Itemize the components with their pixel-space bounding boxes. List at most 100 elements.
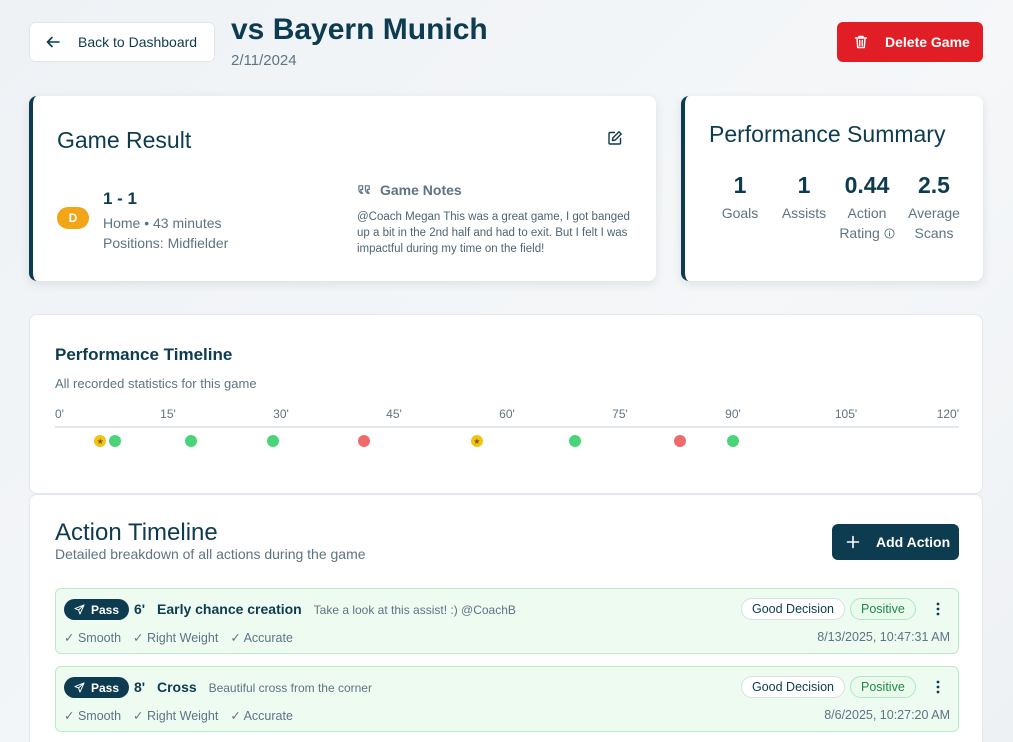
game-notes-title: Game Notes — [380, 182, 462, 198]
stat-label-line2: Scans — [914, 225, 954, 241]
add-action-label: Add Action — [876, 534, 951, 550]
action-type-pill: Pass — [64, 599, 130, 620]
stat-label: Action Rating — [837, 203, 897, 243]
quality-tag: ✓ Accurate — [230, 709, 293, 723]
stat-action-rating: 0.44 Action Rating — [837, 172, 897, 243]
stat-label: Goals — [721, 205, 759, 221]
send-icon — [74, 604, 85, 615]
action-minute: 8' — [134, 679, 146, 695]
timeline-tick: 60' — [499, 407, 515, 421]
action-qualities: ✓ Smooth ✓ Right Weight ✓ Accurate — [64, 630, 293, 645]
game-meta: Home • 43 minutes — [103, 215, 222, 231]
timeline-event-positive[interactable] — [267, 435, 280, 447]
action-row[interactable]: Pass 8' Cross Beautiful cross from the c… — [55, 666, 959, 732]
quality-tag: ✓ Smooth — [64, 631, 122, 645]
action-note: Beautiful cross from the corner — [208, 681, 372, 695]
game-result-card: Game Result D 1 - 1 Home • 43 minutes Po… — [29, 96, 656, 281]
back-label: Back to Dashboard — [78, 34, 198, 50]
timeline-tick: 75' — [612, 407, 628, 421]
timeline-event-negative[interactable] — [357, 435, 370, 447]
timeline-tick: 30' — [273, 407, 289, 421]
decision-badge: Good Decision — [741, 676, 845, 698]
score: 1 - 1 — [103, 189, 138, 208]
stat-label: Average Scans — [905, 203, 963, 243]
action-title-line: Cross Beautiful cross from the corner — [157, 679, 372, 695]
timeline-event-positive[interactable] — [568, 435, 581, 447]
timeline-tick: 105' — [834, 407, 858, 421]
action-timestamp: 8/13/2025, 10:47:31 AM — [817, 630, 950, 644]
timeline-event-positive[interactable] — [727, 435, 739, 447]
stat-label: Assists — [781, 205, 827, 221]
decision-badge: Good Decision — [741, 598, 845, 620]
trash-icon — [854, 35, 868, 49]
stat-label-line1: Average — [908, 205, 960, 221]
stat-value: 1 — [797, 172, 811, 198]
action-timeline-card: Action Timeline Detailed breakdown of al… — [29, 494, 983, 742]
quality-tag: ✓ Right Weight — [133, 709, 219, 723]
timeline-star-event[interactable]: ★ — [470, 435, 483, 447]
timeline-star-event[interactable]: ★ — [94, 435, 107, 447]
stat-value: 2.5 — [918, 172, 950, 198]
stat-value: 1 — [733, 172, 747, 198]
star-icon: ★ — [96, 436, 104, 446]
stat-goals: 1 Goals — [719, 172, 761, 223]
action-timeline-subtitle: Detailed breakdown of all actions during… — [55, 546, 366, 562]
positions: Positions: Midfielder — [103, 235, 229, 251]
stat-label-line2: Rating — [839, 225, 880, 241]
performance-summary-title: Performance Summary — [709, 121, 946, 147]
delete-game-button[interactable]: Delete Game — [837, 22, 983, 62]
stat-average-scans: 2.5 Average Scans — [905, 172, 963, 243]
action-qualities: ✓ Smooth ✓ Right Weight ✓ Accurate — [64, 708, 293, 723]
plus-icon — [846, 535, 860, 549]
performance-timeline-card: Performance Timeline All recorded statis… — [29, 314, 983, 494]
quality-tag: ✓ Right Weight — [133, 631, 219, 645]
game-date: 2/11/2024 — [231, 52, 297, 69]
timeline-tick: 120' — [936, 407, 959, 421]
game-notes-heading: Game Notes — [357, 182, 462, 198]
info-icon[interactable] — [884, 228, 895, 239]
edit-icon[interactable] — [607, 130, 623, 146]
stat-value: 0.44 — [844, 172, 890, 198]
action-title-line: Early chance creation Take a look at thi… — [157, 601, 516, 617]
quote-icon — [358, 184, 370, 194]
timeline-tick: 0' — [55, 407, 64, 421]
quality-tag: ✓ Accurate — [230, 631, 293, 645]
add-action-button[interactable]: Add Action — [832, 524, 959, 560]
game-notes-text: @Coach Megan This was a great game, I go… — [357, 211, 630, 255]
send-icon — [74, 682, 85, 693]
timeline-event-positive[interactable] — [184, 435, 197, 447]
action-title: Cross — [157, 679, 197, 695]
more-vertical-icon[interactable] — [934, 601, 942, 617]
arrow-left-icon — [46, 36, 60, 48]
stat-assists: 1 Assists — [779, 172, 829, 223]
outcome-badge: Positive — [850, 676, 916, 698]
performance-timeline-subtitle: All recorded statistics for this game — [55, 376, 257, 391]
timeline-event-positive[interactable] — [109, 435, 122, 447]
action-type-label: Pass — [91, 680, 120, 695]
stat-label-line1: Action — [847, 205, 887, 221]
result-badge: D — [57, 207, 89, 229]
action-title: Early chance creation — [157, 601, 302, 617]
delete-label: Delete Game — [885, 34, 970, 50]
action-row[interactable]: Pass 6' Early chance creation Take a loo… — [55, 588, 959, 654]
action-type-pill: Pass — [64, 677, 130, 698]
action-timestamp: 8/6/2025, 10:27:20 AM — [824, 708, 950, 722]
page-title: vs Bayern Munich — [231, 13, 488, 46]
action-minute: 6' — [134, 601, 146, 617]
star-icon: ★ — [473, 436, 481, 446]
action-timeline-title: Action Timeline — [55, 519, 218, 546]
timeline-axis — [55, 426, 959, 428]
quality-tag: ✓ Smooth — [64, 709, 122, 723]
game-result-title: Game Result — [57, 127, 192, 153]
action-note: Take a look at this assist! :) @CoachB — [313, 603, 516, 617]
performance-summary-card: Performance Summary 1 Goals 1 Assists 0.… — [681, 96, 983, 281]
more-vertical-icon[interactable] — [934, 679, 942, 695]
outcome-badge: Positive — [850, 598, 916, 620]
back-to-dashboard-button[interactable]: Back to Dashboard — [29, 22, 215, 62]
timeline-event-negative[interactable] — [674, 435, 687, 447]
timeline-tick: 45' — [386, 407, 402, 421]
action-type-label: Pass — [91, 602, 120, 617]
timeline-tick: 15' — [160, 407, 176, 421]
timeline-tick: 90' — [725, 407, 741, 421]
performance-timeline-title: Performance Timeline — [55, 345, 233, 364]
